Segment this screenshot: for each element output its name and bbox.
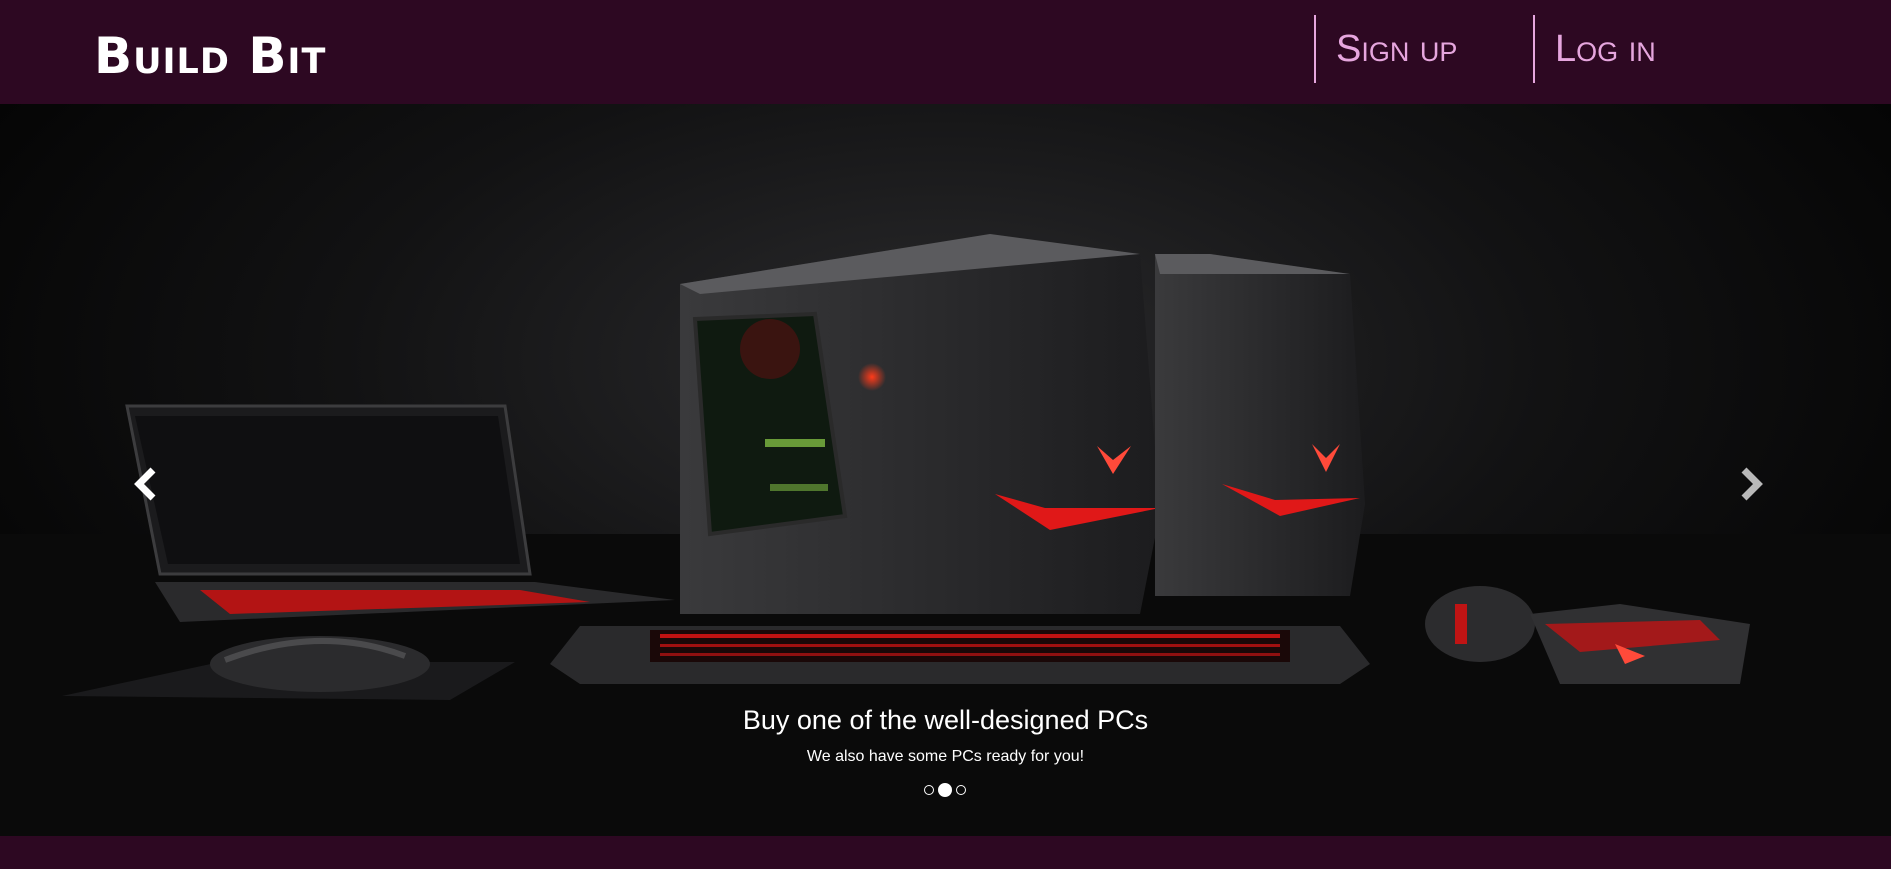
carousel-caption-title: Buy one of the well-designed PCs (742, 705, 1149, 735)
carousel-next-button[interactable] (1722, 454, 1782, 514)
chevron-right-icon (1741, 467, 1763, 501)
pc-case-large (680, 234, 1160, 614)
nav-divider (1314, 15, 1316, 83)
signup-link[interactable]: Sign up (1336, 22, 1457, 76)
pc-case-small (1155, 254, 1365, 596)
chevron-left-icon (134, 467, 156, 501)
hero-carousel: Buy one of the well-designed PCs We also… (0, 104, 1891, 836)
footer-strip (0, 836, 1891, 869)
carousel-indicator-2[interactable] (938, 783, 952, 797)
brand-logo[interactable]: Build Bit (94, 26, 326, 86)
navbar: Build Bit Sign up Log in (0, 0, 1891, 104)
laptop (125, 404, 675, 622)
carousel-indicators (924, 782, 966, 798)
carousel-indicator-3[interactable] (956, 785, 966, 795)
keyboard (550, 626, 1370, 684)
carousel-caption-subtitle: We also have some PCs ready for you! (806, 748, 1085, 765)
carousel-indicator-1[interactable] (924, 785, 934, 795)
carousel-prev-button[interactable] (115, 454, 175, 514)
nav-divider (1533, 15, 1535, 83)
login-link[interactable]: Log in (1555, 22, 1656, 76)
